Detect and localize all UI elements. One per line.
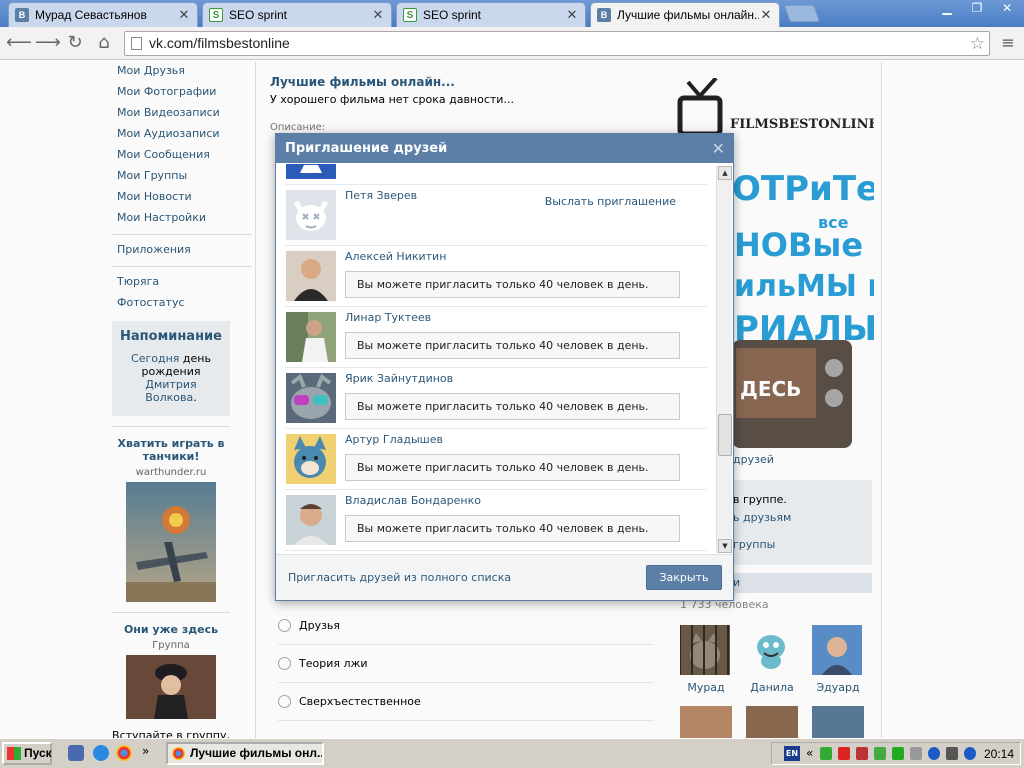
start-button[interactable]: Пуск: [2, 742, 52, 765]
tray-expand-icon[interactable]: «: [806, 746, 813, 760]
list-item: [285, 164, 707, 185]
browser-toolbar: ⟵ ⟶ ↻ ⌂ vk.com/filmsbestonline ☆ ≡: [0, 27, 1024, 60]
page-icon: [131, 37, 142, 50]
dialog-footer: Пригласить друзей из полного списка Закр…: [276, 554, 733, 600]
chrome-icon[interactable]: [116, 745, 132, 761]
desktop-icon[interactable]: [68, 745, 84, 761]
back-arrow-icon[interactable]: ⟵: [6, 33, 32, 55]
invite-limit-notice: Вы можете пригласить только 40 человек в…: [345, 332, 680, 359]
dialog-title: Приглашение друзей: [285, 141, 448, 156]
friend-name[interactable]: Линар Туктеев: [345, 311, 431, 324]
friend-avatar[interactable]: [286, 434, 336, 484]
window-controls: ▁ ❐ ✕: [934, 0, 1020, 18]
signal-bars-icon[interactable]: [892, 747, 904, 760]
invite-limit-notice: Вы можете пригласить только 40 человек в…: [345, 393, 680, 420]
minimize-icon[interactable]: ▁: [934, 0, 960, 18]
friends-list: Петя Зверев Выслать приглашение Алексей …: [276, 164, 733, 554]
network-icon[interactable]: [874, 747, 886, 760]
friend-avatar[interactable]: [286, 373, 336, 423]
forward-arrow-icon[interactable]: ⟶: [35, 33, 61, 55]
maximize-icon[interactable]: ❐: [964, 0, 990, 18]
seosprint-favicon-icon: S: [403, 8, 417, 22]
invite-limit-notice: Вы можете пригласить только 40 человек в…: [345, 271, 680, 298]
friend-name[interactable]: Артур Гладышев: [345, 433, 443, 446]
taskbar-window-button[interactable]: Лучшие фильмы онл...: [166, 742, 324, 765]
tab-close-icon[interactable]: ✕: [565, 7, 579, 23]
bluetooth-icon[interactable]: [928, 747, 940, 760]
list-item: Петя Зверев Выслать приглашение: [285, 185, 707, 246]
bluetooth-icon[interactable]: [964, 747, 976, 760]
browser-menu-icon[interactable]: ≡: [998, 33, 1018, 52]
tab-close-icon[interactable]: ✕: [371, 7, 385, 23]
close-window-icon[interactable]: ✕: [994, 0, 1020, 18]
clock: 20:14: [983, 747, 1014, 761]
friend-avatar[interactable]: [286, 251, 336, 301]
volume-icon[interactable]: [910, 747, 922, 760]
scroll-up-arrow-icon[interactable]: ▲: [718, 166, 732, 180]
friend-name[interactable]: Владислав Бондаренко: [345, 494, 481, 507]
chrome-icon: [172, 747, 185, 760]
antivirus-icon[interactable]: [838, 747, 850, 760]
list-item: Линар Туктеев Вы можете пригласить тольк…: [285, 307, 707, 368]
friend-avatar[interactable]: [286, 495, 336, 545]
invite-limit-notice: Вы можете пригласить только 40 человек в…: [345, 454, 680, 481]
windows-taskbar: Пуск » Лучшие фильмы онл... EN « 20:14: [0, 738, 1024, 768]
vk-favicon-icon: В: [597, 8, 611, 22]
ie-icon[interactable]: [93, 745, 109, 761]
home-icon[interactable]: ⌂: [93, 33, 115, 55]
bookmark-star-icon[interactable]: ☆: [970, 32, 985, 55]
friend-name[interactable]: Ярик Зайнутдинов: [345, 372, 453, 385]
tab-films-active[interactable]: В Лучшие фильмы онлайн... ✕: [590, 2, 780, 27]
close-button[interactable]: Закрыть: [646, 565, 722, 590]
tab-seosprint-2[interactable]: S SEO sprint ✕: [396, 2, 586, 27]
friend-avatar[interactable]: [286, 190, 336, 240]
list-item: Владислав Бондаренко Вы можете пригласит…: [285, 490, 707, 551]
tab-seosprint-1[interactable]: S SEO sprint ✕: [202, 2, 392, 27]
invite-limit-notice: Вы можете пригласить только 40 человек в…: [345, 515, 680, 542]
dialog-header: Приглашение друзей ✕: [276, 134, 733, 163]
seosprint-favicon-icon: S: [209, 8, 223, 22]
scroll-thumb[interactable]: [718, 414, 732, 456]
monitor-icon[interactable]: [856, 747, 868, 760]
new-tab-button[interactable]: [783, 5, 821, 22]
address-bar[interactable]: vk.com/filmsbestonline ☆: [124, 31, 990, 56]
send-invite-link[interactable]: Выслать приглашение: [545, 195, 676, 208]
system-tray: EN « 20:14: [771, 742, 1021, 765]
invite-from-full-list-link[interactable]: Пригласить друзей из полного списка: [288, 571, 511, 584]
vk-favicon-icon: В: [15, 8, 29, 22]
scroll-down-arrow-icon[interactable]: ▼: [718, 539, 732, 553]
list-item: Алексей Никитин Вы можете пригласить тол…: [285, 246, 707, 307]
battery-icon[interactable]: [946, 747, 958, 760]
list-item: Артур Гладышев Вы можете пригласить толь…: [285, 429, 707, 490]
friend-avatar[interactable]: [286, 164, 336, 179]
windows-logo-icon: [7, 747, 21, 760]
invite-friends-dialog: Приглашение друзей ✕ Петя Зверев Выслать…: [275, 133, 734, 601]
language-indicator[interactable]: EN: [784, 746, 800, 761]
friend-avatar[interactable]: [286, 312, 336, 362]
friend-name[interactable]: Алексей Никитин: [345, 250, 446, 263]
browser-tab-bar: В Мурад Севастьянов ✕ S SEO sprint ✕ S S…: [0, 0, 1024, 27]
signal-icon[interactable]: [820, 747, 832, 760]
tab-close-icon[interactable]: ✕: [759, 7, 773, 23]
list-scrollbar[interactable]: ▲ ▼: [716, 166, 732, 553]
friend-name[interactable]: Петя Зверев: [345, 189, 417, 202]
reload-icon[interactable]: ↻: [64, 33, 86, 55]
close-icon[interactable]: ✕: [712, 134, 725, 163]
tab-murad[interactable]: В Мурад Севастьянов ✕: [8, 2, 198, 27]
tab-close-icon[interactable]: ✕: [177, 7, 191, 23]
list-item: Ярик Зайнутдинов Вы можете пригласить то…: [285, 368, 707, 429]
more-chevron-icon[interactable]: »: [142, 744, 149, 758]
